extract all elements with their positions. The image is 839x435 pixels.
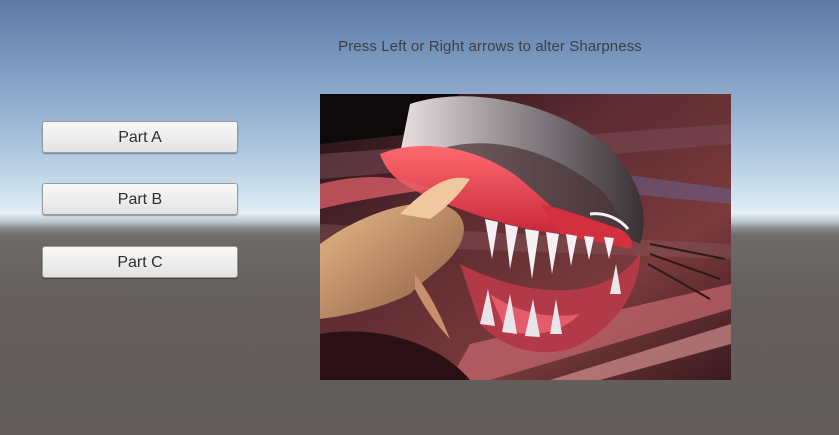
part-b-button[interactable]: Part B — [42, 183, 238, 215]
instruction-label: Press Left or Right arrows to alter Shar… — [338, 38, 642, 55]
monster-artwork — [320, 94, 731, 380]
sharpness-preview-image — [320, 94, 731, 380]
part-c-button[interactable]: Part C — [42, 246, 238, 278]
part-a-button[interactable]: Part A — [42, 121, 238, 153]
